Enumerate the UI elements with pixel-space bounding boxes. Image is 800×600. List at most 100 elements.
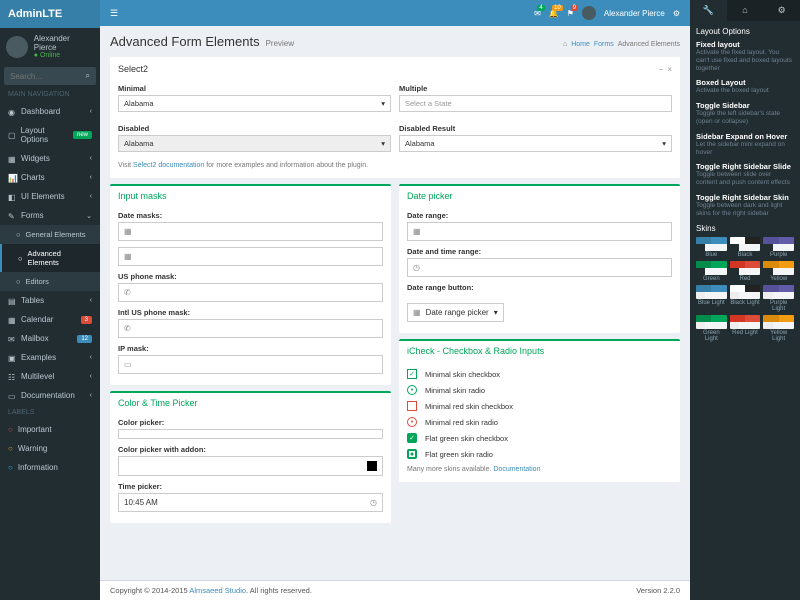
layout-option[interactable]: Toggle Right Sidebar SlideToggle between…: [696, 162, 794, 187]
sidebar-item-ui-elements[interactable]: ◧UI Elements‹: [0, 187, 100, 206]
sidebar-item-multilevel[interactable]: ☷Multilevel‹: [0, 367, 100, 386]
user-name: Alexander Pierce: [34, 34, 94, 52]
phone-icon: ✆: [124, 324, 131, 333]
color-addon-input[interactable]: [118, 456, 383, 476]
select2-box: Select2 −× Minimal Alabama▾ Disabled Ala…: [110, 57, 680, 178]
skin-purple[interactable]: Purple: [763, 237, 794, 258]
tasks-icon[interactable]: ⚑9: [567, 9, 574, 18]
sidebar-subitem[interactable]: ○Editors: [0, 272, 100, 291]
sidebar-subitem[interactable]: ○Advanced Elements: [0, 244, 100, 272]
ip-input[interactable]: ▭: [118, 355, 383, 374]
skin-blue[interactable]: Blue: [696, 237, 727, 258]
radio[interactable]: •: [407, 417, 417, 427]
skin-yellow-light[interactable]: Yellow Light: [763, 315, 794, 342]
skin-blue-light[interactable]: Blue Light: [696, 285, 727, 312]
breadcrumb-forms[interactable]: Forms: [594, 41, 614, 48]
gear-icon[interactable]: ⚙: [673, 9, 680, 18]
checkbox[interactable]: ✓: [407, 369, 417, 379]
select2-doc-link[interactable]: Select2 documentation: [133, 162, 204, 169]
collapse-icon[interactable]: −: [659, 65, 664, 74]
nav-icon: ✉: [8, 335, 16, 343]
avatar[interactable]: [6, 36, 28, 58]
skin-purple-light[interactable]: Purple Light: [763, 285, 794, 312]
notifications-icon[interactable]: 🔔10: [549, 9, 559, 18]
sidebar-label[interactable]: ○Warning: [0, 439, 100, 458]
us-phone-input[interactable]: ✆: [118, 283, 383, 302]
color-swatch[interactable]: [367, 461, 377, 471]
sidebar-item-examples[interactable]: ▣Examples‹: [0, 348, 100, 367]
messages-icon[interactable]: ✉4: [534, 9, 541, 18]
skins-title: Skins: [696, 224, 794, 233]
disabled-label: Disabled: [118, 124, 391, 133]
skin-yellow[interactable]: Yellow: [763, 261, 794, 282]
skin-black-light[interactable]: Black Light: [730, 285, 761, 312]
sidebar-label[interactable]: ○Important: [0, 420, 100, 439]
search-input[interactable]: [10, 72, 80, 81]
chevron-down-icon: ▾: [662, 139, 666, 148]
ip-mask-label: IP mask:: [118, 344, 383, 353]
date-range-input[interactable]: ▦: [407, 222, 672, 241]
date-mask-input[interactable]: ▦: [118, 222, 383, 241]
icheck-row: ✓Flat green skin checkbox: [407, 430, 672, 446]
layout-option[interactable]: Boxed LayoutActivate the boxed layout: [696, 78, 794, 95]
intl-phone-input[interactable]: ✆: [118, 319, 383, 338]
breadcrumb-home[interactable]: Home: [571, 41, 590, 48]
multiple-select[interactable]: Select a State: [399, 95, 672, 112]
sidebar-label[interactable]: ○Information: [0, 458, 100, 477]
radio[interactable]: ●: [407, 449, 417, 459]
datetime-range-input[interactable]: ◷: [407, 258, 672, 277]
disabled-result-select[interactable]: Alabama▾: [399, 135, 672, 152]
search-box[interactable]: ⌕: [4, 67, 96, 85]
layout-option[interactable]: Toggle Right Sidebar SkinToggle between …: [696, 193, 794, 218]
color-picker-input[interactable]: [118, 429, 383, 439]
sidebar-item-mailbox[interactable]: ✉Mailbox12: [0, 329, 100, 348]
skin-green-light[interactable]: Green Light: [696, 315, 727, 342]
date-range-button[interactable]: ▦Date range picker▾: [407, 303, 504, 322]
checkbox[interactable]: ✓: [407, 433, 417, 443]
date-mask-input-2[interactable]: ▦: [118, 247, 383, 266]
search-icon[interactable]: ⌕: [86, 71, 90, 81]
sidebar-item-tables[interactable]: ▤Tables‹: [0, 291, 100, 310]
sidebar-item-dashboard[interactable]: ◉Dashboard‹: [0, 102, 100, 121]
logo[interactable]: AdminLTE: [0, 0, 100, 28]
time-picker-input[interactable]: 10:45 AM◷: [118, 493, 383, 512]
layout-option[interactable]: Sidebar Expand on HoverLet the sidebar m…: [696, 132, 794, 157]
sidebar-subitem[interactable]: ○General Elements: [0, 225, 100, 244]
sidebar-item-layout-options[interactable]: ▢Layout Optionsnew: [0, 121, 100, 149]
us-phone-label: US phone mask:: [118, 272, 383, 281]
studio-link[interactable]: Almsaeed Studio: [189, 586, 246, 595]
checkbox[interactable]: [407, 401, 417, 411]
home-tab[interactable]: ⌂: [727, 0, 764, 21]
calendar-icon: ▦: [413, 227, 421, 236]
radio[interactable]: •: [407, 385, 417, 395]
color-addon-label: Color picker with addon:: [118, 445, 383, 454]
user-status: ● Online: [34, 52, 94, 59]
close-icon[interactable]: ×: [667, 65, 672, 74]
menu-toggle-icon[interactable]: ☰: [110, 8, 118, 19]
skin-red[interactable]: Red: [730, 261, 761, 282]
skin-green[interactable]: Green: [696, 261, 727, 282]
sidebar-item-widgets[interactable]: ▦Widgets‹: [0, 149, 100, 168]
icheck-help: Many more skins available. Documentation: [407, 462, 672, 477]
topbar-avatar[interactable]: [582, 6, 596, 20]
layout-option[interactable]: Fixed layoutActivate the fixed layout. Y…: [696, 40, 794, 72]
sidebar-item-documentation[interactable]: ▭Documentation‹: [0, 386, 100, 405]
clock-icon: ◷: [370, 498, 377, 507]
date-range-label: Date range:: [407, 211, 672, 220]
wrench-tab[interactable]: 🔧: [690, 0, 727, 21]
layout-option[interactable]: Toggle SidebarToggle the left sidebar's …: [696, 101, 794, 126]
minimal-select[interactable]: Alabama▾: [118, 95, 391, 112]
clock-icon: ◷: [413, 263, 420, 272]
gear-tab[interactable]: ⚙: [763, 0, 800, 21]
select2-title: Select2: [118, 64, 148, 74]
icheck-doc-link[interactable]: Documentation: [493, 466, 540, 473]
icheck-row: ✓Minimal skin checkbox: [407, 366, 672, 382]
sidebar-item-forms[interactable]: ✎Forms⌄: [0, 206, 100, 225]
topbar-user[interactable]: Alexander Pierce: [604, 9, 665, 18]
skin-black[interactable]: Black: [730, 237, 761, 258]
right-panel: 🔧 ⌂ ⚙ Layout Options Fixed layoutActivat…: [690, 0, 800, 600]
skin-red-light[interactable]: Red Light: [730, 315, 761, 342]
sidebar-item-calendar[interactable]: ▦Calendar3: [0, 310, 100, 329]
sidebar-item-charts[interactable]: 📊Charts‹: [0, 168, 100, 187]
color-title: Color & Time Picker: [118, 398, 198, 408]
